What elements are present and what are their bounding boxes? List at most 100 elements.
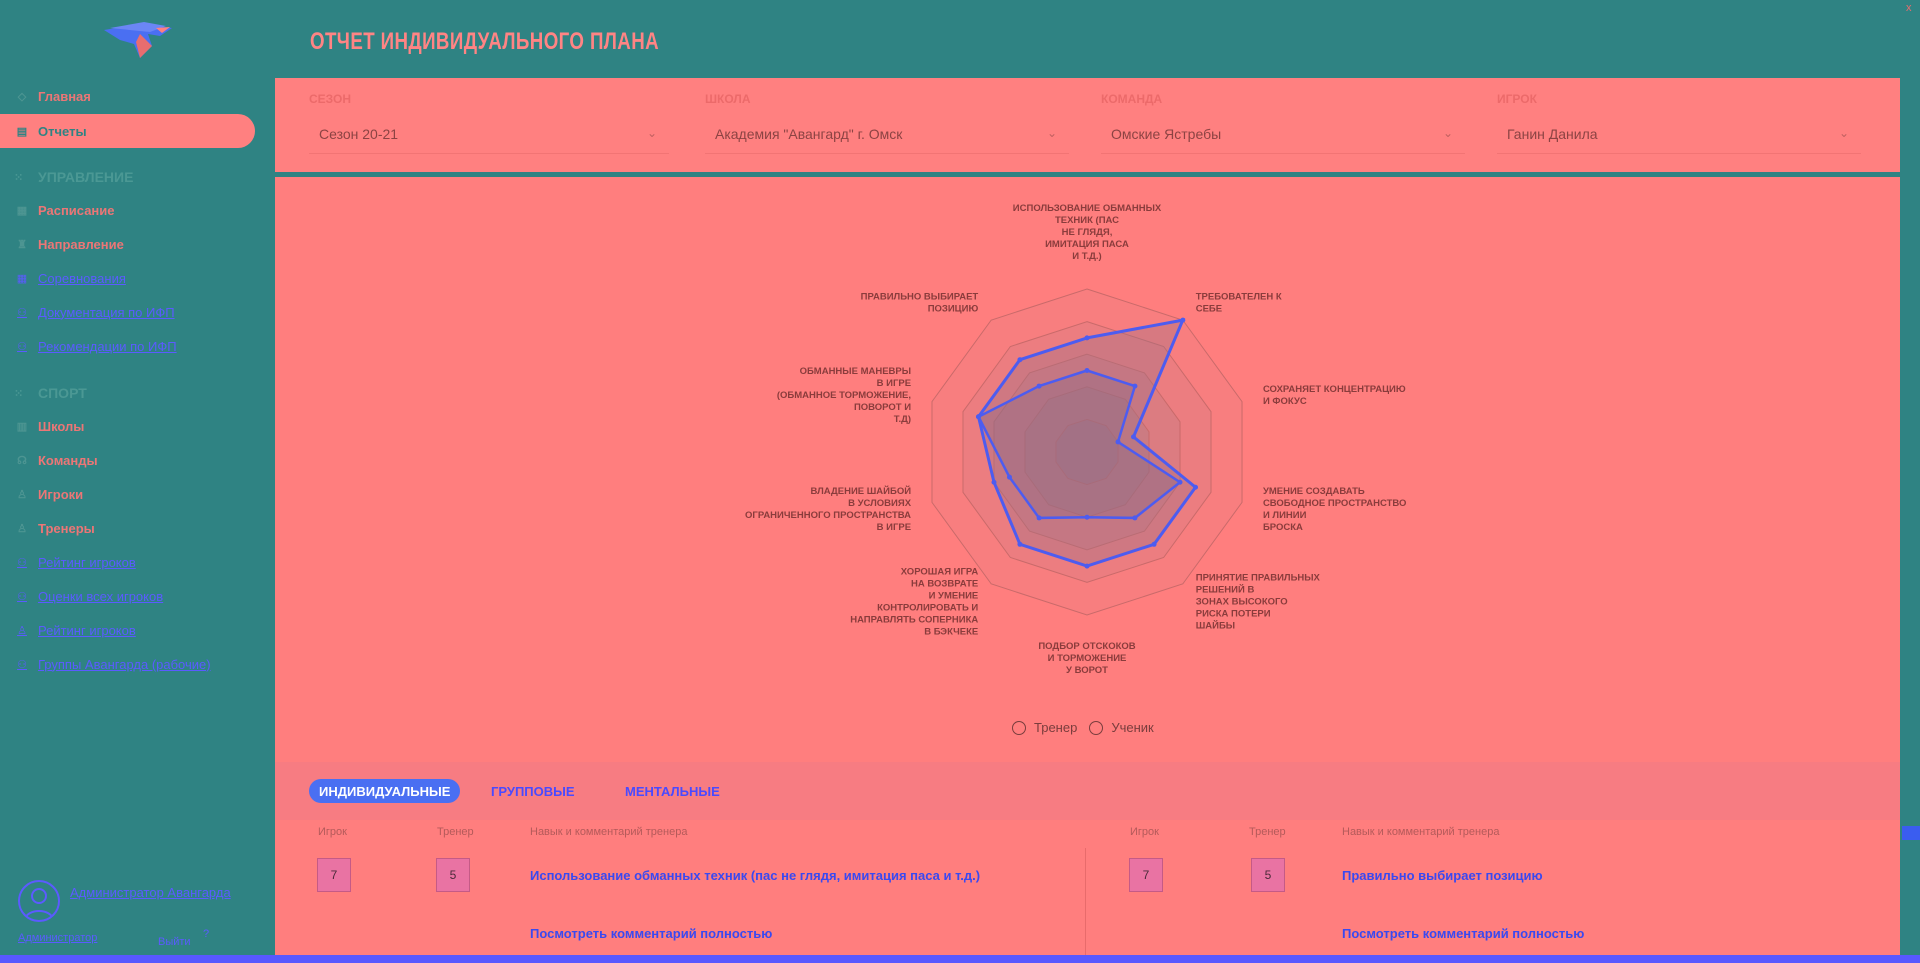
- header-coach-2: Тренер: [1249, 826, 1286, 838]
- chart-panel: ИСПОЛЬЗОВАНИЕ ОБМАННЫХ ТЕХНИК (ПАС НЕ ГЛЯД…: [275, 177, 1900, 762]
- person-icon: ♙: [17, 624, 27, 637]
- nav-player-rating[interactable]: ⚇ Рейтинг игроков: [0, 545, 255, 579]
- coach-score: 5: [1251, 858, 1285, 892]
- nav-all-scores[interactable]: ⚇ Оценки всех игроков: [0, 579, 255, 613]
- radar-axis-label-line: ПРАВИЛЬНО ВЫБИРАЕТ: [861, 291, 979, 302]
- user-box: Администратор Авангарда Администратор Вы…: [18, 880, 258, 960]
- skills-table: Игрок Тренер Навык и комментарий тренера…: [275, 820, 1900, 955]
- header-skill-2: Навык и комментарий тренера: [1342, 826, 1500, 838]
- radar-axis-label-line: ПОЗИЦИЮ: [928, 303, 979, 314]
- nav-avangard-groups-label: Группы Авангарда (рабочие): [38, 656, 211, 672]
- radar-axis-label-line: В УСЛОВИЯХ: [848, 498, 912, 509]
- radar-axis-label-line: (ОБМАННОЕ ТОРМОЖЕНИЕ,: [777, 390, 911, 401]
- nav-reports-label: Отчеты: [38, 123, 87, 139]
- radar-axis-label-line: ХОРОШАЯ ИГРА: [901, 567, 979, 578]
- radar-axis-label-line: НАПРАВЛЯТЬ СОПЕРНИКА: [850, 615, 978, 626]
- close-icon[interactable]: x: [1906, 2, 1912, 14]
- document-icon: ▤: [16, 125, 28, 138]
- scrollbar-thumb[interactable]: [1902, 826, 1920, 840]
- nav-direction[interactable]: ♜ Направление: [0, 227, 255, 261]
- season-value: Сезон 20-21: [319, 125, 399, 142]
- nav-direction-label: Направление: [38, 236, 124, 252]
- trophy-icon: ♜: [17, 238, 27, 251]
- player-select[interactable]: Ганин Данила ⌄: [1497, 114, 1861, 154]
- scrollbar[interactable]: [1902, 0, 1920, 955]
- nav-ifp-docs[interactable]: ⚇ Документация по ИФП: [0, 295, 255, 329]
- column-divider: [1085, 848, 1086, 955]
- radar-point: [1132, 383, 1138, 389]
- nav-home-label: Главная: [38, 88, 91, 104]
- radar-point: [1084, 563, 1090, 569]
- header-skill: Навык и комментарий тренера: [530, 826, 688, 838]
- section-manage: ⁙ УПРАВЛЕНИЕ: [0, 162, 255, 192]
- season-select[interactable]: Сезон 20-21 ⌄: [309, 114, 669, 154]
- nav-schedule[interactable]: ▦ Расписание: [0, 193, 255, 227]
- nav-ifp-recommend-label: Рекомендации по ИФП: [38, 338, 177, 354]
- nav-schools[interactable]: ▥ Школы: [0, 409, 255, 443]
- team-select[interactable]: Омские Ястребы ⌄: [1101, 114, 1465, 154]
- radar-point: [1151, 541, 1157, 547]
- user-name[interactable]: Администратор Авангарда: [70, 886, 260, 900]
- chevron-down-icon: ⌄: [1046, 126, 1057, 140]
- nav-schools-label: Школы: [38, 418, 85, 434]
- users-icon: ⚇: [17, 658, 27, 671]
- radar-axis-label-line: БРОСКА: [1263, 522, 1303, 533]
- nav-ifp-docs-label: Документация по ИФП: [38, 304, 175, 320]
- logo-hawk-icon[interactable]: [100, 18, 180, 64]
- user-role[interactable]: Администратор: [18, 932, 97, 944]
- nav-players[interactable]: ♙ Игроки: [0, 477, 255, 511]
- radar-axis-label-line: ОБМАННЫЕ МАНЕВРЫ: [800, 366, 911, 377]
- nav-player-rating-2-label: Рейтинг игроков: [38, 622, 136, 638]
- grid-icon: ⁙: [14, 171, 24, 184]
- tab-individual[interactable]: ИНДИВИДУАЛЬНЫЕ: [309, 779, 461, 803]
- radar-axis-label-line: РИСКА ПОТЕРИ: [1196, 609, 1271, 620]
- player-value: Ганин Данила: [1507, 125, 1598, 142]
- nav-coaches[interactable]: ♙ Тренеры: [0, 511, 255, 545]
- help-link[interactable]: ?: [203, 928, 209, 940]
- legend-coach[interactable]: Тренер: [1012, 720, 1077, 735]
- school-select[interactable]: Академия "Авангард" г. Омск ⌄: [705, 114, 1069, 154]
- radar-axis-label: ПОДБОР ОТСКОКОВ И ТОРМОЖЕНИЕ У ВОРОТ: [1038, 641, 1135, 676]
- bottom-bar: [0, 955, 1920, 963]
- nav-reports[interactable]: ▤ Отчеты: [0, 114, 255, 148]
- radar-chart: ИСПОЛЬЗОВАНИЕ ОБМАННЫХ ТЕХНИК (ПАС НЕ ГЛЯД…: [745, 203, 1406, 676]
- radar-point: [1006, 474, 1012, 480]
- nav-players-label: Игроки: [38, 486, 84, 502]
- skill-name: Использование обманных техник (пас не гл…: [530, 868, 981, 883]
- nav-teams-label: Команды: [38, 452, 98, 468]
- radar-axis-label: ОБМАННЫЕ МАНЕВРЫ В ИГРЕ (ОБМАННОЕ ТОРМОЖЕН…: [777, 366, 911, 425]
- radar-point: [1131, 434, 1137, 440]
- legend-student[interactable]: Ученик: [1089, 720, 1154, 735]
- nav-competitions[interactable]: ▦ Соревнования: [0, 261, 255, 295]
- legend-coach-label: Тренер: [1034, 720, 1078, 735]
- radar-axis-label-line: НЕ ГЛЯДЯ,: [1062, 227, 1113, 238]
- page-title: ОТЧЕТ ИНДИВИДУАЛЬНОГО ПЛАНА: [310, 28, 660, 55]
- person-icon: ♙: [17, 522, 27, 535]
- users-icon: ⚇: [17, 590, 27, 603]
- view-comment-link[interactable]: Посмотреть комментарий полностью: [1342, 926, 1584, 941]
- radar-axis-label-line: ШАЙБЫ: [1196, 620, 1235, 632]
- logout-link[interactable]: Выйти: [158, 936, 191, 948]
- nav-competitions-label: Соревнования: [38, 270, 126, 286]
- nav-teams[interactable]: ☊ Команды: [0, 443, 255, 477]
- tab-mental[interactable]: МЕНТАЛЬНЫЕ: [615, 779, 730, 803]
- avatar[interactable]: [18, 880, 60, 922]
- radar-axis-label-line: ПРИНЯТИЕ ПРАВИЛЬНЫХ: [1196, 573, 1321, 584]
- sidebar: ◇ Главная ▤ Отчеты ⁙ УПРАВЛЕНИЕ ▦ Распис…: [0, 0, 270, 963]
- radar-axis-label-line: ВЛАДЕНИЕ ШАЙБОЙ: [810, 485, 911, 497]
- user-avatar-icon: [24, 888, 54, 920]
- nav-player-rating-2[interactable]: ♙ Рейтинг игроков: [0, 613, 255, 647]
- radar-axis-label-line: ПОВОРОТ И: [854, 402, 911, 413]
- radar-axis-label-line: УМЕНИЕ СОЗДАВАТЬ: [1263, 486, 1365, 497]
- nav-home[interactable]: ◇ Главная: [0, 79, 255, 113]
- radar-axis-label-line: И Т.Д.): [1072, 251, 1101, 262]
- radar-axis-label-line: И УМЕНИЕ: [929, 591, 979, 602]
- radar-axis-label: ТРЕБОВАТЕЛЕН К СЕБЕ: [1196, 291, 1282, 314]
- radar-axis-label: ХОРОШАЯ ИГРА НА ВОЗВРАТЕ И УМЕНИЕ КОНТРОЛИР…: [850, 567, 978, 638]
- nav-ifp-recommend[interactable]: ⚇ Рекомендации по ИФП: [0, 329, 255, 363]
- tab-group[interactable]: ГРУППОВЫЕ: [481, 779, 585, 803]
- nav-avangard-groups[interactable]: ⚇ Группы Авангарда (рабочие): [0, 647, 255, 681]
- radar-point: [1084, 514, 1090, 520]
- view-comment-link[interactable]: Посмотреть комментарий полностью: [530, 926, 772, 941]
- nav-player-rating-label: Рейтинг игроков: [38, 554, 136, 570]
